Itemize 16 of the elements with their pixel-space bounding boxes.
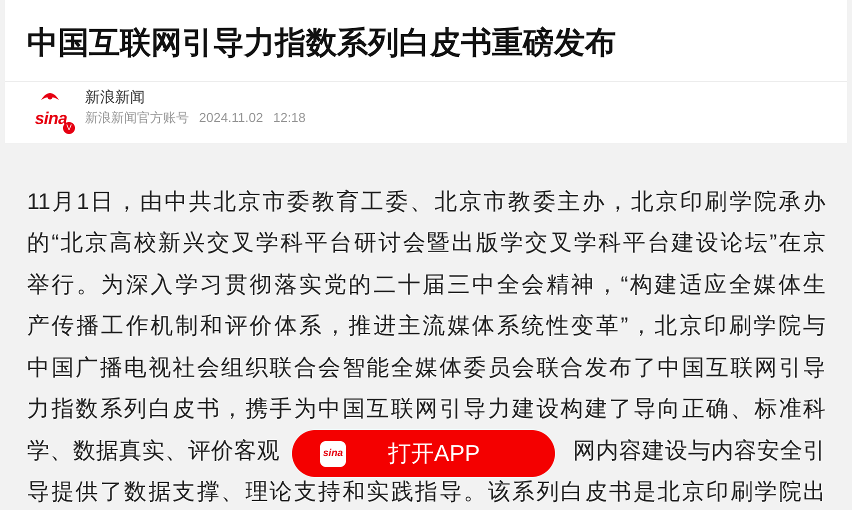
open-app-button[interactable]: sina 打开APP: [292, 430, 555, 477]
account-label: 新浪新闻官方账号: [85, 109, 189, 127]
article-text-line: 中国广播电视社会组织联合会智能全媒体委员会联合发布了中国互联网引导: [27, 354, 826, 382]
article-text-line: 产传播工作机制和评价体系，推进主流媒体系统性变革”，北京印刷学院与: [27, 312, 826, 340]
article-text-line: 的“北京高校新兴交叉学科平台研讨会暨出版学交叉学科平台建设论坛”在京: [27, 229, 826, 258]
article-text-line: 举行。为深入学习贯彻落实党的二十届三中全会精神，“构建适应全媒体生: [27, 270, 826, 299]
article-text-line: 学、数据真实、评价客观: [27, 436, 280, 465]
article-title: 中国互联网引导力指数系列白皮书重磅发布: [27, 24, 616, 62]
article-text-line: 导提供了数据支撑、理论支持和实践指导。该系列白皮书是北京印刷学院出: [27, 478, 826, 506]
article-text-line: 力指数系列白皮书，携手为中国互联网引导力建设构建了导向正确、标准科: [27, 395, 826, 424]
publish-time: 12:18: [273, 109, 306, 127]
app-logo-icon: sina: [320, 440, 346, 466]
author-name[interactable]: 新浪新闻: [85, 88, 306, 108]
article-text-line: 网内容建设与内容安全引: [573, 436, 826, 465]
publish-date: 2024.11.02: [199, 109, 264, 127]
article-text-line: 11月1日，由中共北京市委教育工委、北京市教委主办，北京印刷学院承办: [27, 188, 826, 216]
